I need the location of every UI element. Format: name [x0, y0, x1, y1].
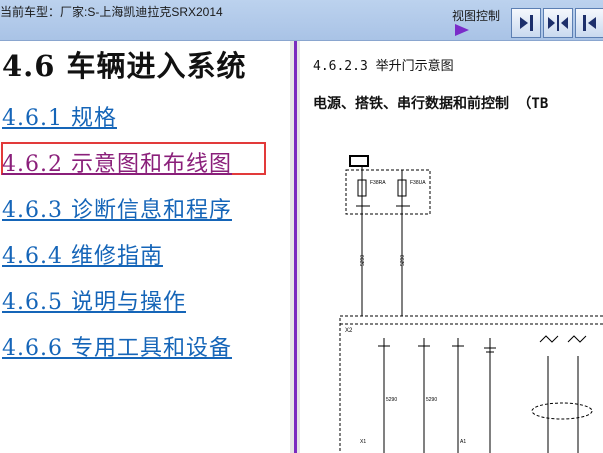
- module-outline: [339, 315, 603, 453]
- twisted-pair-mark: [531, 402, 593, 420]
- arrows-inward-icon: [548, 15, 568, 31]
- content-pane: 4.6.2.3 举升门示意图 电源、搭铁、串行数据和前控制 （TB F38RA …: [300, 41, 603, 453]
- wiring-schematic: F38RA F38UA 5290 5290 X2 5290 5290 X1 A1: [339, 155, 603, 453]
- wire-label: 5290: [400, 255, 406, 266]
- arrow-right-bar-icon: [520, 15, 533, 31]
- subsection-heading: 4.6.2.3 举升门示意图: [313, 59, 454, 74]
- splitter-line: [294, 41, 297, 453]
- diagram-subtitle: 电源、搭铁、串行数据和前控制 （TB: [313, 96, 549, 112]
- wire-label: 5290: [426, 397, 437, 403]
- wire-label: 5290: [386, 397, 397, 403]
- connector-label: X2: [345, 328, 353, 334]
- fuse-box-outline: [345, 169, 431, 215]
- current-vehicle-label: 当前车型：厂家:S-上海凯迪拉克SRX2014: [0, 5, 223, 19]
- arrow-left-bar-icon: [583, 15, 596, 31]
- connector-label: A1: [460, 439, 466, 445]
- connector-label: X1: [360, 439, 366, 445]
- link-description-operation[interactable]: 4.6.5 说明与操作: [2, 284, 186, 316]
- section-title: 4.6 车辆进入系统: [2, 49, 247, 83]
- collapse-right-pane-button[interactable]: [575, 8, 603, 38]
- pane-splitter[interactable]: [290, 41, 300, 453]
- navigation-pane: 4.6 车辆进入系统 4.6.1 规格 4.6.2 示意图和布线图 4.6.3 …: [0, 41, 290, 453]
- collapse-left-pane-button[interactable]: [511, 8, 541, 38]
- link-repair-guide[interactable]: 4.6.4 维修指南: [2, 238, 163, 270]
- link-specifications[interactable]: 4.6.1 规格: [2, 100, 117, 132]
- link-special-tools[interactable]: 4.6.6 专用工具和设备: [2, 330, 232, 362]
- fuse-label: F38UA: [410, 180, 426, 186]
- power-terminal-icon: [349, 155, 369, 167]
- top-toolbar: 当前车型：厂家:S-上海凯迪拉克SRX2014 视图控制: [0, 0, 603, 41]
- view-control-label: 视图控制: [452, 9, 501, 23]
- view-control-arrow-icon[interactable]: [455, 24, 469, 36]
- link-schematics-wiring[interactable]: 4.6.2 示意图和布线图: [2, 146, 232, 178]
- wire-label: 5290: [360, 255, 366, 266]
- link-diagnostics[interactable]: 4.6.3 诊断信息和程序: [2, 192, 232, 224]
- fuse-label: F38RA: [370, 180, 386, 186]
- split-view-button[interactable]: [543, 8, 573, 38]
